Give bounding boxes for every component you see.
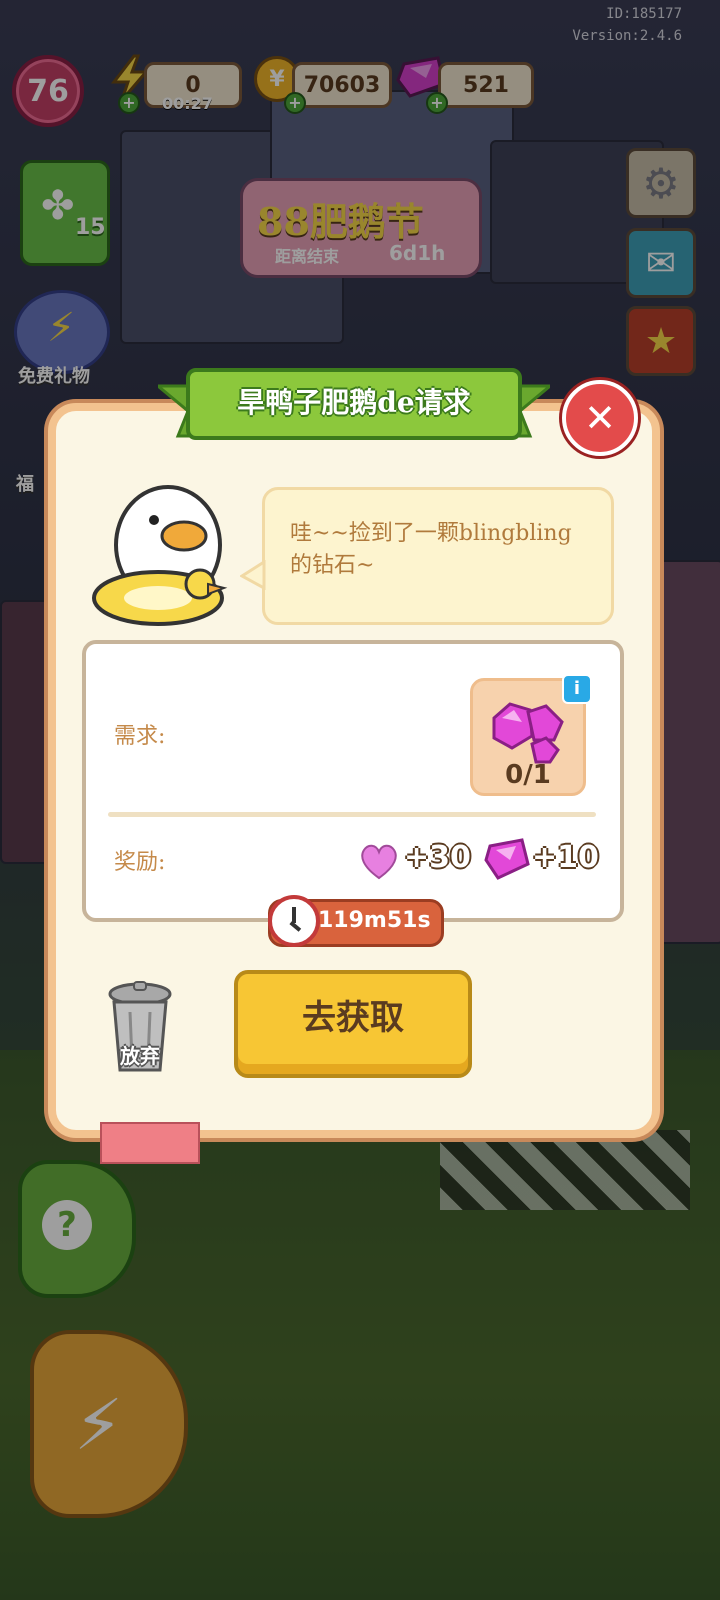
requirement-label: 需求: [114,724,166,749]
reward-label: 奖励: [114,850,166,875]
speech-tail [240,560,266,590]
go-get-label: 去获取 [302,998,404,1038]
abandon-label: 放弃 [120,1044,160,1068]
dialog-ribbon [100,1122,200,1164]
dialog-title: 旱鸭子肥鹅de请求 [237,386,471,419]
info-button[interactable]: i [562,674,592,704]
gem-icon [484,838,530,880]
close-icon: ✕ [584,396,616,440]
reward-heart-value: +30 [404,840,471,875]
requirement-count: 0/1 [505,760,551,790]
request-timer-text: 119m51s [318,908,431,933]
heart-icon [361,844,397,880]
close-button[interactable]: ✕ [562,380,638,456]
duck-character [92,485,228,626]
panel-divider [108,812,596,817]
speech-text: 哇~~捡到了一颗blingbling的钻石~ [290,521,572,578]
clock-icon [268,895,320,947]
reward-gem-value: +10 [532,840,599,875]
gem-cluster-icon [492,702,564,764]
